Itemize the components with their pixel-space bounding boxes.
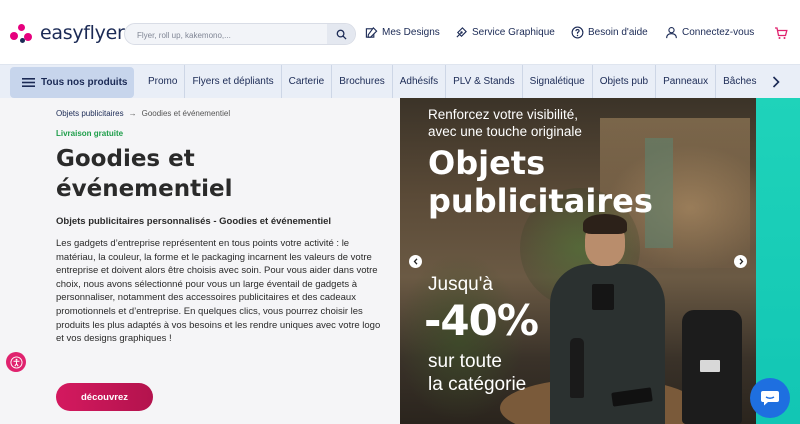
chevron-left-icon <box>413 258 417 265</box>
chat-button[interactable] <box>750 378 790 418</box>
nav-item-plv-stands[interactable]: PLV & Stands <box>445 65 522 99</box>
header: easyflyer Mes Designs Service Graphique … <box>0 0 800 64</box>
accessibility-icon <box>9 355 23 369</box>
designs-icon <box>365 27 378 38</box>
breadcrumb-current: Goodies et événementiel <box>141 109 231 118</box>
category-description: Les gadgets d’entreprise représentent en… <box>56 238 381 345</box>
nav-item-objets-pub[interactable]: Objets pub <box>591 65 655 99</box>
graphic-service-link[interactable]: Service Graphique <box>455 26 555 39</box>
help-icon <box>571 26 584 39</box>
category-intro: Objets publicitaires → Goodies et événem… <box>0 98 400 424</box>
promo-banner[interactable]: Renforcez votre visibilité, avec une tou… <box>400 98 756 424</box>
nav-items: Promo Flyers et dépliants Carterie Broch… <box>141 65 763 99</box>
page-title: Goodies et événementiel <box>56 146 233 202</box>
chevron-right-icon <box>739 258 743 265</box>
nav-item-signaletique[interactable]: Signalétique <box>521 65 592 99</box>
nav-item-promo[interactable]: Promo <box>141 65 184 99</box>
nav-item-brochures[interactable]: Brochures <box>331 65 392 99</box>
search-button[interactable] <box>327 24 355 44</box>
my-designs-link[interactable]: Mes Designs <box>365 26 440 39</box>
banner-title: Objets publicitaires <box>428 144 728 220</box>
cart-icon <box>775 27 788 39</box>
banner-category: sur toute la catégorie <box>428 350 588 396</box>
banner-category-line2: la catégorie <box>428 374 527 395</box>
help-label: Besoin d'aide <box>588 27 648 38</box>
banner-photo-bag-label <box>700 360 720 372</box>
banner-discount: -40% <box>424 296 539 345</box>
discover-button[interactable]: découvrez <box>56 383 153 411</box>
login-label: Connectez-vous <box>682 27 755 38</box>
nav-item-baches[interactable]: Bâches <box>715 65 763 99</box>
search-bar <box>124 23 356 45</box>
carousel-prev-button[interactable] <box>409 255 422 268</box>
banner-title-line1: Objets <box>428 144 546 182</box>
banner-photo-mug <box>592 284 614 310</box>
help-link[interactable]: Besoin d'aide <box>571 26 648 39</box>
graphic-service-label: Service Graphique <box>472 27 555 38</box>
next-slide-preview <box>756 98 800 424</box>
nav-item-adhesifs[interactable]: Adhésifs <box>391 65 445 99</box>
breadcrumb-separator: → <box>128 109 137 118</box>
user-icon <box>666 27 677 39</box>
logo[interactable]: easyflyer <box>10 22 125 44</box>
banner-tagline: Renforcez votre visibilité, avec une tou… <box>428 106 648 140</box>
breadcrumb-parent-link[interactable]: Objets publicitaires <box>56 109 124 118</box>
banner-upto: Jusqu'à <box>428 274 493 295</box>
banner-tagline-line2: avec une touche originale <box>428 124 582 139</box>
nav-next-button[interactable] <box>760 65 792 99</box>
accessibility-button[interactable] <box>6 352 26 372</box>
breadcrumb: Objets publicitaires → Goodies et événem… <box>56 109 230 118</box>
menu-icon <box>22 78 35 87</box>
all-products-label: Tous nos produits <box>41 77 128 88</box>
chat-icon <box>761 391 779 406</box>
chevron-right-icon <box>772 76 780 88</box>
search-input[interactable] <box>137 28 327 42</box>
banner-tagline-line1: Renforcez votre visibilité, <box>428 107 579 122</box>
logo-text: easyflyer <box>40 22 125 44</box>
carousel-next-button[interactable] <box>734 255 747 268</box>
banner-category-line1: sur toute <box>428 351 502 372</box>
page-subtitle: Objets publicitaires personnalisés - Goo… <box>56 216 332 227</box>
login-link[interactable]: Connectez-vous <box>665 26 754 39</box>
free-shipping-badge: Livraison gratuite <box>56 129 124 138</box>
logo-mark-icon <box>10 22 36 44</box>
service-icon <box>456 27 467 38</box>
my-designs-label: Mes Designs <box>382 27 440 38</box>
cart-button[interactable] <box>774 26 788 45</box>
all-products-button[interactable]: Tous nos produits <box>10 67 134 98</box>
nav-item-carterie[interactable]: Carterie <box>280 65 332 99</box>
search-icon <box>336 29 347 40</box>
nav-item-flyers[interactable]: Flyers et dépliants <box>184 65 280 99</box>
nav-item-panneaux[interactable]: Panneaux <box>655 65 715 99</box>
banner-title-line2: publicitaires <box>428 182 653 220</box>
main-nav: Tous nos produits Promo Flyers et déplia… <box>0 64 800 99</box>
